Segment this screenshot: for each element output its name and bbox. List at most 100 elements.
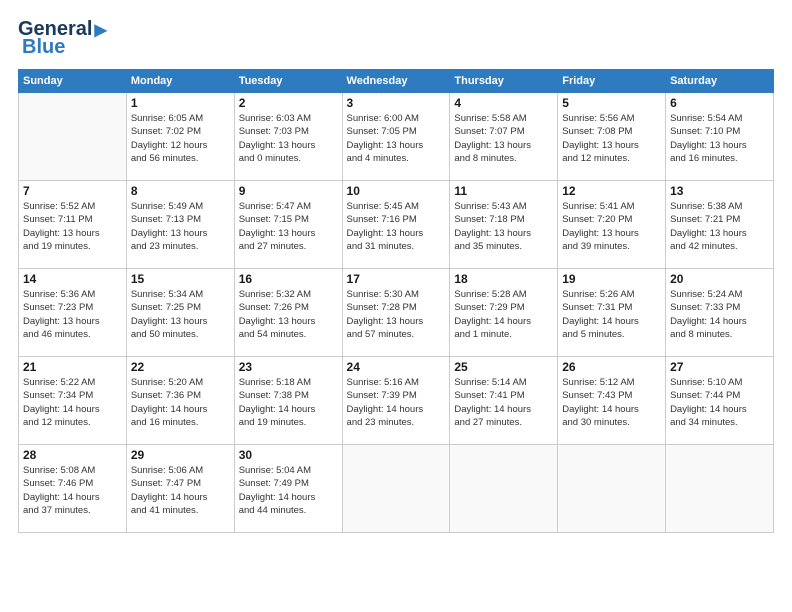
calendar-cell: 7 Sunrise: 5:52 AM Sunset: 7:11 PM Daylig… [19,181,127,269]
calendar-cell: 12 Sunrise: 5:41 AM Sunset: 7:20 PM Dayli… [558,181,666,269]
day-number: 16 [239,272,338,286]
calendar-cell: 24 Sunrise: 5:16 AM Sunset: 7:39 PM Dayli… [342,357,450,445]
day-info: Sunrise: 6:05 AM Sunset: 7:02 PM Dayligh… [131,112,230,165]
week-row-3: 14 Sunrise: 5:36 AM Sunset: 7:23 PM Dayli… [19,269,774,357]
day-number: 26 [562,360,661,374]
calendar-cell: 20 Sunrise: 5:24 AM Sunset: 7:33 PM Dayli… [666,269,774,357]
calendar-cell [666,445,774,533]
day-info: Sunrise: 5:43 AM Sunset: 7:18 PM Dayligh… [454,200,553,253]
day-number: 23 [239,360,338,374]
logo: General▶ Blue [18,18,107,59]
day-number: 28 [23,448,122,462]
day-number: 17 [347,272,446,286]
day-number: 6 [670,96,769,110]
day-info: Sunrise: 5:36 AM Sunset: 7:23 PM Dayligh… [23,288,122,341]
calendar-cell: 5Sunrise: 5:56 AM Sunset: 7:08 PM Daylig… [558,93,666,181]
day-info: Sunrise: 5:52 AM Sunset: 7:11 PM Dayligh… [23,200,122,253]
weekday-header-saturday: Saturday [666,70,774,93]
day-info: Sunrise: 5:10 AM Sunset: 7:44 PM Dayligh… [670,376,769,429]
day-info: Sunrise: 5:14 AM Sunset: 7:41 PM Dayligh… [454,376,553,429]
calendar-cell: 2 Sunrise: 6:03 AM Sunset: 7:03 PM Daylig… [234,93,342,181]
day-info: Sunrise: 5:08 AM Sunset: 7:46 PM Dayligh… [23,464,122,517]
calendar-cell: 14 Sunrise: 5:36 AM Sunset: 7:23 PM Dayli… [19,269,127,357]
calendar-cell: 11 Sunrise: 5:43 AM Sunset: 7:18 PM Dayli… [450,181,558,269]
logo-bird-icon: ▶ [94,22,106,39]
week-row-4: 21 Sunrise: 5:22 AM Sunset: 7:34 PM Dayli… [19,357,774,445]
day-info: Sunrise: 5:56 AM Sunset: 7:08 PM Dayligh… [562,112,661,165]
calendar-cell: 13 Sunrise: 5:38 AM Sunset: 7:21 PM Dayli… [666,181,774,269]
day-info: Sunrise: 5:12 AM Sunset: 7:43 PM Dayligh… [562,376,661,429]
calendar-cell: 18 Sunrise: 5:28 AM Sunset: 7:29 PM Dayli… [450,269,558,357]
weekday-header-friday: Friday [558,70,666,93]
calendar-cell: 17 Sunrise: 5:30 AM Sunset: 7:28 PM Dayli… [342,269,450,357]
day-info: Sunrise: 6:00 AM Sunset: 7:05 PM Dayligh… [347,112,446,165]
weekday-header-thursday: Thursday [450,70,558,93]
weekday-header-wednesday: Wednesday [342,70,450,93]
calendar-cell: 25 Sunrise: 5:14 AM Sunset: 7:41 PM Dayli… [450,357,558,445]
calendar-cell: 27 Sunrise: 5:10 AM Sunset: 7:44 PM Dayli… [666,357,774,445]
day-number: 7 [23,184,122,198]
day-number: 14 [23,272,122,286]
day-info: Sunrise: 5:18 AM Sunset: 7:38 PM Dayligh… [239,376,338,429]
calendar-cell: 30Sunrise: 5:04 AM Sunset: 7:49 PM Dayli… [234,445,342,533]
day-info: Sunrise: 5:54 AM Sunset: 7:10 PM Dayligh… [670,112,769,165]
calendar: SundayMondayTuesdayWednesdayThursdayFrid… [18,69,774,533]
weekday-header-tuesday: Tuesday [234,70,342,93]
day-number: 8 [131,184,230,198]
calendar-cell [450,445,558,533]
day-number: 30 [239,448,338,462]
page: General▶ Blue SundayMondayTuesdayWednesd… [0,0,792,612]
day-number: 9 [239,184,338,198]
calendar-cell: 15 Sunrise: 5:34 AM Sunset: 7:25 PM Dayli… [126,269,234,357]
calendar-cell: 6 Sunrise: 5:54 AM Sunset: 7:10 PM Daylig… [666,93,774,181]
calendar-cell: 10 Sunrise: 5:45 AM Sunset: 7:16 PM Dayli… [342,181,450,269]
day-number: 25 [454,360,553,374]
header: General▶ Blue [18,18,774,59]
calendar-cell [558,445,666,533]
calendar-cell: 1 Sunrise: 6:05 AM Sunset: 7:02 PM Daylig… [126,93,234,181]
day-info: Sunrise: 5:06 AM Sunset: 7:47 PM Dayligh… [131,464,230,517]
weekday-header-monday: Monday [126,70,234,93]
calendar-cell: 23 Sunrise: 5:18 AM Sunset: 7:38 PM Dayli… [234,357,342,445]
day-number: 10 [347,184,446,198]
calendar-cell: 22 Sunrise: 5:20 AM Sunset: 7:36 PM Dayli… [126,357,234,445]
week-row-2: 7 Sunrise: 5:52 AM Sunset: 7:11 PM Daylig… [19,181,774,269]
day-info: Sunrise: 5:22 AM Sunset: 7:34 PM Dayligh… [23,376,122,429]
day-number: 3 [347,96,446,110]
day-info: Sunrise: 5:58 AM Sunset: 7:07 PM Dayligh… [454,112,553,165]
logo-blue: Blue [22,36,65,59]
day-number: 18 [454,272,553,286]
day-info: Sunrise: 5:30 AM Sunset: 7:28 PM Dayligh… [347,288,446,341]
day-number: 20 [670,272,769,286]
day-info: Sunrise: 5:28 AM Sunset: 7:29 PM Dayligh… [454,288,553,341]
day-info: Sunrise: 5:24 AM Sunset: 7:33 PM Dayligh… [670,288,769,341]
day-number: 21 [23,360,122,374]
day-number: 22 [131,360,230,374]
calendar-cell: 21 Sunrise: 5:22 AM Sunset: 7:34 PM Dayli… [19,357,127,445]
day-info: Sunrise: 5:34 AM Sunset: 7:25 PM Dayligh… [131,288,230,341]
day-number: 24 [347,360,446,374]
day-number: 2 [239,96,338,110]
day-number: 13 [670,184,769,198]
day-number: 11 [454,184,553,198]
calendar-cell [342,445,450,533]
day-number: 27 [670,360,769,374]
calendar-cell: 3 Sunrise: 6:00 AM Sunset: 7:05 PM Daylig… [342,93,450,181]
calendar-cell: 9Sunrise: 5:47 AM Sunset: 7:15 PM Daylig… [234,181,342,269]
day-number: 19 [562,272,661,286]
weekday-header-sunday: Sunday [19,70,127,93]
calendar-cell: 28 Sunrise: 5:08 AM Sunset: 7:46 PM Dayli… [19,445,127,533]
calendar-cell: 4Sunrise: 5:58 AM Sunset: 7:07 PM Daylig… [450,93,558,181]
day-info: Sunrise: 5:20 AM Sunset: 7:36 PM Dayligh… [131,376,230,429]
day-info: Sunrise: 5:45 AM Sunset: 7:16 PM Dayligh… [347,200,446,253]
day-info: Sunrise: 5:16 AM Sunset: 7:39 PM Dayligh… [347,376,446,429]
calendar-cell [19,93,127,181]
calendar-cell: 8 Sunrise: 5:49 AM Sunset: 7:13 PM Daylig… [126,181,234,269]
day-number: 1 [131,96,230,110]
day-info: Sunrise: 5:38 AM Sunset: 7:21 PM Dayligh… [670,200,769,253]
day-number: 15 [131,272,230,286]
day-info: Sunrise: 6:03 AM Sunset: 7:03 PM Dayligh… [239,112,338,165]
day-info: Sunrise: 5:49 AM Sunset: 7:13 PM Dayligh… [131,200,230,253]
day-info: Sunrise: 5:41 AM Sunset: 7:20 PM Dayligh… [562,200,661,253]
day-number: 12 [562,184,661,198]
